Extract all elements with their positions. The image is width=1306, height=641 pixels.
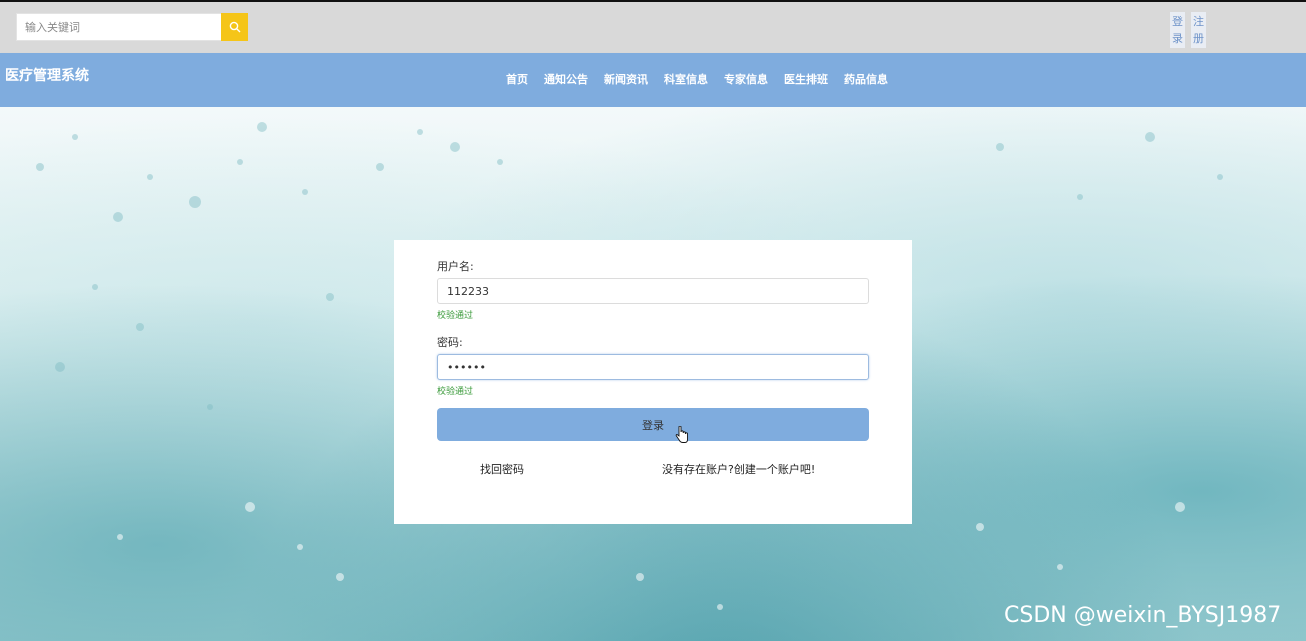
username-input[interactable]: [437, 278, 869, 304]
nav-item-medicine[interactable]: 药品信息: [836, 71, 896, 87]
username-validation-message: 校验通过: [437, 311, 474, 321]
username-label: 用户名:: [437, 260, 474, 273]
hand-cursor-icon: [675, 426, 688, 443]
nav-item-departments[interactable]: 科室信息: [656, 71, 716, 87]
top-bar: 登录 注册: [0, 0, 1306, 53]
nav-item-experts[interactable]: 专家信息: [716, 71, 776, 87]
search-button[interactable]: [221, 13, 248, 41]
nav-item-news[interactable]: 新闻资讯: [596, 71, 656, 87]
nav-menu: 首页 通知公告 新闻资讯 科室信息 专家信息 医生排班 药品信息: [498, 71, 896, 87]
login-card: 用户名: 校验通过 密码: 校验通过 登录 找回密码 没有存在账户?创建一个账户…: [394, 240, 912, 524]
search-box: [16, 13, 248, 41]
search-input[interactable]: [16, 13, 221, 41]
forgot-password-link[interactable]: 找回密码: [480, 461, 524, 477]
nav-item-schedule[interactable]: 医生排班: [776, 71, 836, 87]
search-icon: [229, 21, 240, 33]
watermark-text: CSDN @weixin_BYSJ1987: [1004, 603, 1282, 628]
register-link[interactable]: 注册: [1191, 12, 1206, 48]
nav-item-home[interactable]: 首页: [498, 71, 536, 87]
password-label: 密码:: [437, 336, 463, 349]
brand-title: 医疗管理系统: [5, 68, 89, 84]
create-account-link[interactable]: 没有存在账户?创建一个账户吧!: [662, 461, 815, 477]
nav-item-notices[interactable]: 通知公告: [536, 71, 596, 87]
password-input[interactable]: [437, 354, 869, 380]
auth-links: 登录 注册: [1170, 12, 1206, 48]
password-validation-message: 校验通过: [437, 387, 474, 397]
login-button[interactable]: 登录: [437, 408, 869, 441]
main-navbar: 医疗管理系统 首页 通知公告 新闻资讯 科室信息 专家信息 医生排班 药品信息: [0, 53, 1306, 107]
login-link[interactable]: 登录: [1170, 12, 1185, 48]
